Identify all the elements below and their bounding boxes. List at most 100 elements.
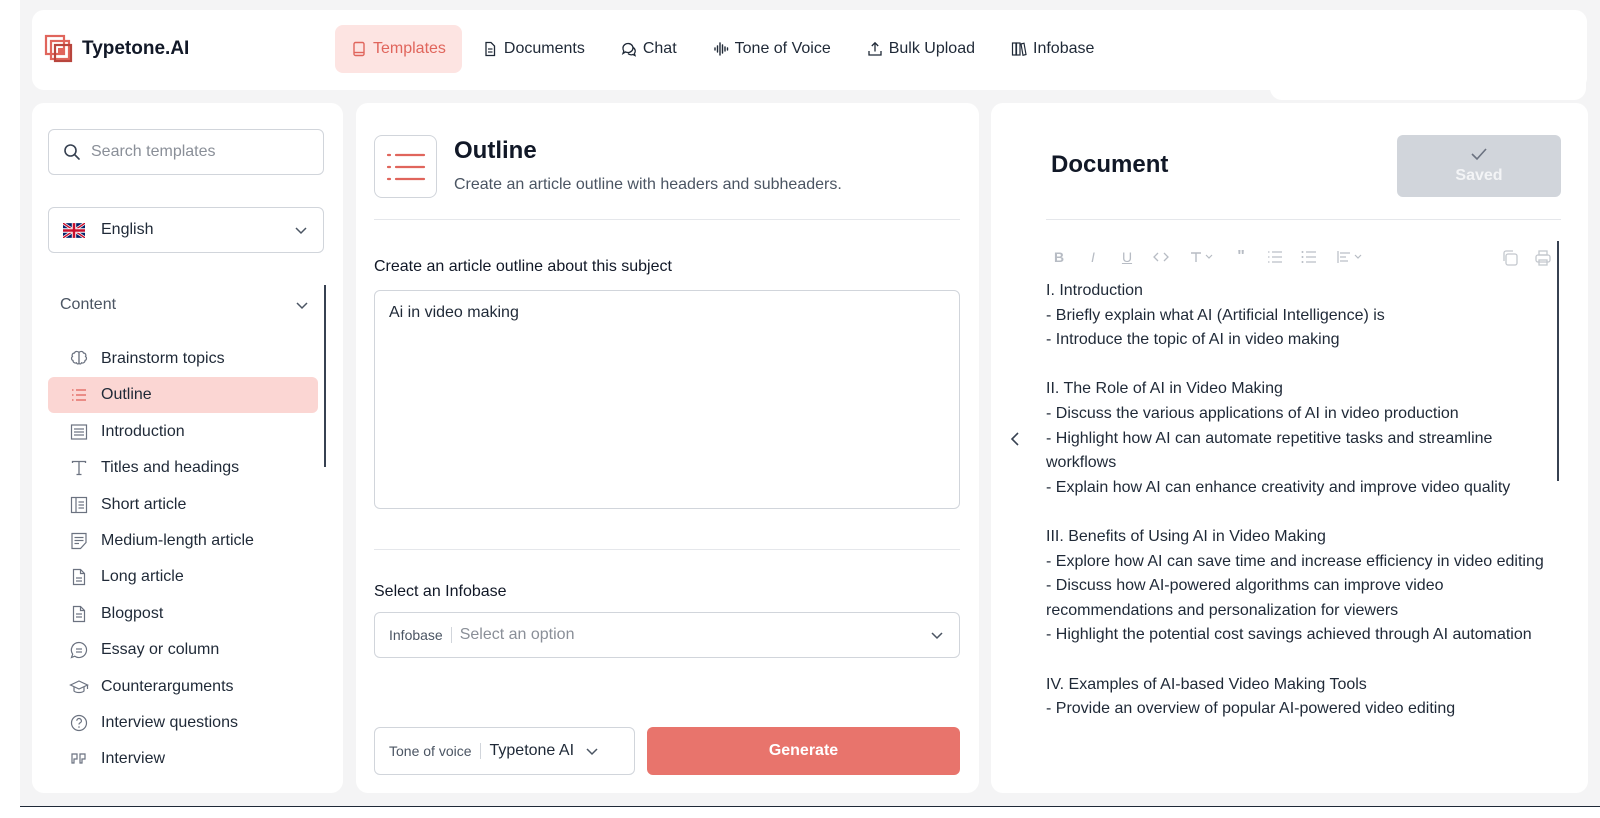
template-item-short-article[interactable]: Short article	[48, 487, 318, 523]
chat-icon	[621, 42, 636, 57]
language-value: English	[101, 221, 154, 238]
search-icon	[64, 144, 80, 160]
template-label: Titles and headings	[101, 459, 240, 477]
article-edit-icon	[71, 532, 87, 550]
text-type-icon	[71, 461, 87, 476]
document-line: - Discuss the various applications of AI…	[1046, 404, 1459, 422]
generate-button[interactable]: Generate	[647, 727, 960, 775]
message-circle-icon	[70, 642, 88, 659]
sidebar-scrollbar[interactable]	[324, 285, 326, 467]
document-line: - Explain how AI can enhance creativity …	[1046, 478, 1511, 496]
template-item-medium-length-article[interactable]: Medium-length article	[48, 523, 318, 559]
text-size-icon[interactable]	[1185, 247, 1217, 267]
infobase-label: Select an Infobase	[374, 583, 507, 600]
align-icon[interactable]	[1333, 247, 1365, 267]
bullet-list-icon[interactable]	[1299, 247, 1319, 267]
template-form-panel: Outline Create an article outline with h…	[356, 103, 979, 793]
nav-templates[interactable]: Templates	[335, 25, 462, 73]
tone-prefix: Tone of voice	[389, 743, 481, 759]
nav-bulk-upload-label: Bulk Upload	[888, 40, 975, 57]
chevron-left-icon[interactable]	[1005, 429, 1025, 449]
template-label: Outline	[101, 386, 152, 404]
underline-icon[interactable]: U	[1117, 247, 1137, 267]
document-line: - Provide an overview of popular AI-powe…	[1046, 700, 1456, 718]
nav-bulk-upload[interactable]: Bulk Upload	[851, 25, 991, 73]
template-label: Interview	[101, 750, 166, 768]
template-title: Outline	[454, 137, 537, 164]
template-item-essay-or-column[interactable]: Essay or column	[48, 632, 318, 668]
article-icon	[70, 496, 88, 513]
brand[interactable]: Typetone.AI	[44, 34, 189, 64]
nav-documents[interactable]: Documents	[466, 25, 601, 73]
document-line: - Highlight the potential cost savings a…	[1046, 626, 1532, 644]
main-nav: Templates Documents Chat Tone of Voice B…	[335, 25, 1110, 73]
template-sidebar: English Content Brainstorm topics Outlin…	[32, 103, 343, 793]
document-line: - Introduce the topic of AI in video mak…	[1046, 331, 1340, 349]
brand-name: Typetone.AI	[82, 38, 190, 59]
template-item-titles-and-headings[interactable]: Titles and headings	[48, 450, 318, 486]
template-item-introduction[interactable]: Introduction	[48, 414, 318, 450]
document-panel: Document Saved B I U " I. Introduction -…	[991, 103, 1588, 793]
bold-icon[interactable]: B	[1049, 247, 1069, 267]
subject-textarea[interactable]: Ai in video making	[374, 290, 960, 509]
nav-chat[interactable]: Chat	[605, 25, 693, 73]
template-item-interview-questions[interactable]: Interview questions	[48, 705, 318, 741]
section-content-label: Content	[60, 296, 117, 313]
document-title: Document	[1051, 151, 1169, 178]
chevron-down-icon	[296, 302, 308, 310]
nav-infobase[interactable]: Infobase	[995, 25, 1110, 73]
template-icon-box	[374, 135, 437, 198]
search-input[interactable]	[91, 143, 301, 161]
template-description: Create an article outline with headers a…	[454, 176, 842, 193]
document-line: - Discuss how AI-powered algorithms can …	[1046, 577, 1444, 619]
template-item-counterarguments[interactable]: Counterarguments	[48, 669, 318, 705]
copy-icon[interactable]	[1501, 249, 1521, 269]
nav-documents-label: Documents	[503, 40, 585, 57]
print-icon[interactable]	[1534, 249, 1554, 269]
document-line: IV. Examples of AI-based Video Making To…	[1046, 675, 1367, 693]
section-content-header[interactable]: Content	[60, 296, 310, 314]
paragraph-icon	[70, 424, 88, 440]
editor-toolbar: B I U "	[1049, 247, 1365, 267]
code-icon[interactable]	[1151, 247, 1171, 267]
subject-label: Create an article outline about this sub…	[374, 258, 672, 275]
document-editor[interactable]: I. Introduction - Briefly explain what A…	[1046, 279, 1561, 722]
infobase-placeholder: Select an option	[459, 626, 575, 643]
book-icon	[353, 41, 365, 57]
waveform-icon	[713, 42, 728, 56]
template-label: Brainstorm topics	[101, 350, 225, 367]
italic-icon[interactable]: I	[1083, 247, 1103, 267]
nav-infobase-label: Infobase	[1033, 40, 1095, 57]
document-line	[1046, 500, 1561, 525]
template-item-long-article[interactable]: Long article	[48, 559, 318, 595]
blockquote-icon[interactable]: "	[1231, 247, 1251, 267]
template-item-outline[interactable]: Outline	[48, 377, 318, 414]
document-line: I. Introduction	[1046, 282, 1143, 299]
template-label: Counterarguments	[101, 677, 234, 695]
top-navigation-bar: Typetone.AI Templates Documents Chat Ton…	[32, 10, 1587, 90]
template-label: Medium-length article	[101, 531, 254, 549]
saved-button[interactable]: Saved	[1397, 135, 1561, 197]
file-icon	[72, 569, 86, 586]
nav-tone-of-voice[interactable]: Tone of Voice	[697, 25, 847, 73]
document-line: - Explore how AI can save time and incre…	[1046, 552, 1544, 570]
language-select[interactable]: English	[48, 207, 324, 253]
infobase-select[interactable]: Infobase Select an option	[374, 612, 960, 658]
ordered-list-icon[interactable]	[1265, 247, 1285, 267]
search-box[interactable]	[48, 129, 324, 175]
document-line	[1046, 353, 1561, 378]
graduation-cap-icon	[69, 679, 89, 693]
question-circle-icon	[70, 714, 88, 732]
document-line: - Highlight how AI can automate repetiti…	[1046, 429, 1493, 472]
template-item-brainstorm-topics[interactable]: Brainstorm topics	[48, 341, 318, 377]
template-item-interview[interactable]: Interview	[48, 741, 318, 777]
tone-value: Typetone AI	[489, 742, 575, 759]
library-icon	[1011, 42, 1027, 57]
quote-icon	[71, 753, 86, 764]
document-line: - Briefly explain what AI (Artificial In…	[1046, 306, 1385, 324]
nav-templates-label: Templates	[373, 40, 446, 57]
template-item-blogpost[interactable]: Blogpost	[48, 596, 318, 632]
chevron-down-icon	[586, 748, 598, 756]
template-label: Short article	[101, 495, 187, 513]
tone-of-voice-select[interactable]: Tone of voice Typetone AI	[374, 727, 635, 775]
